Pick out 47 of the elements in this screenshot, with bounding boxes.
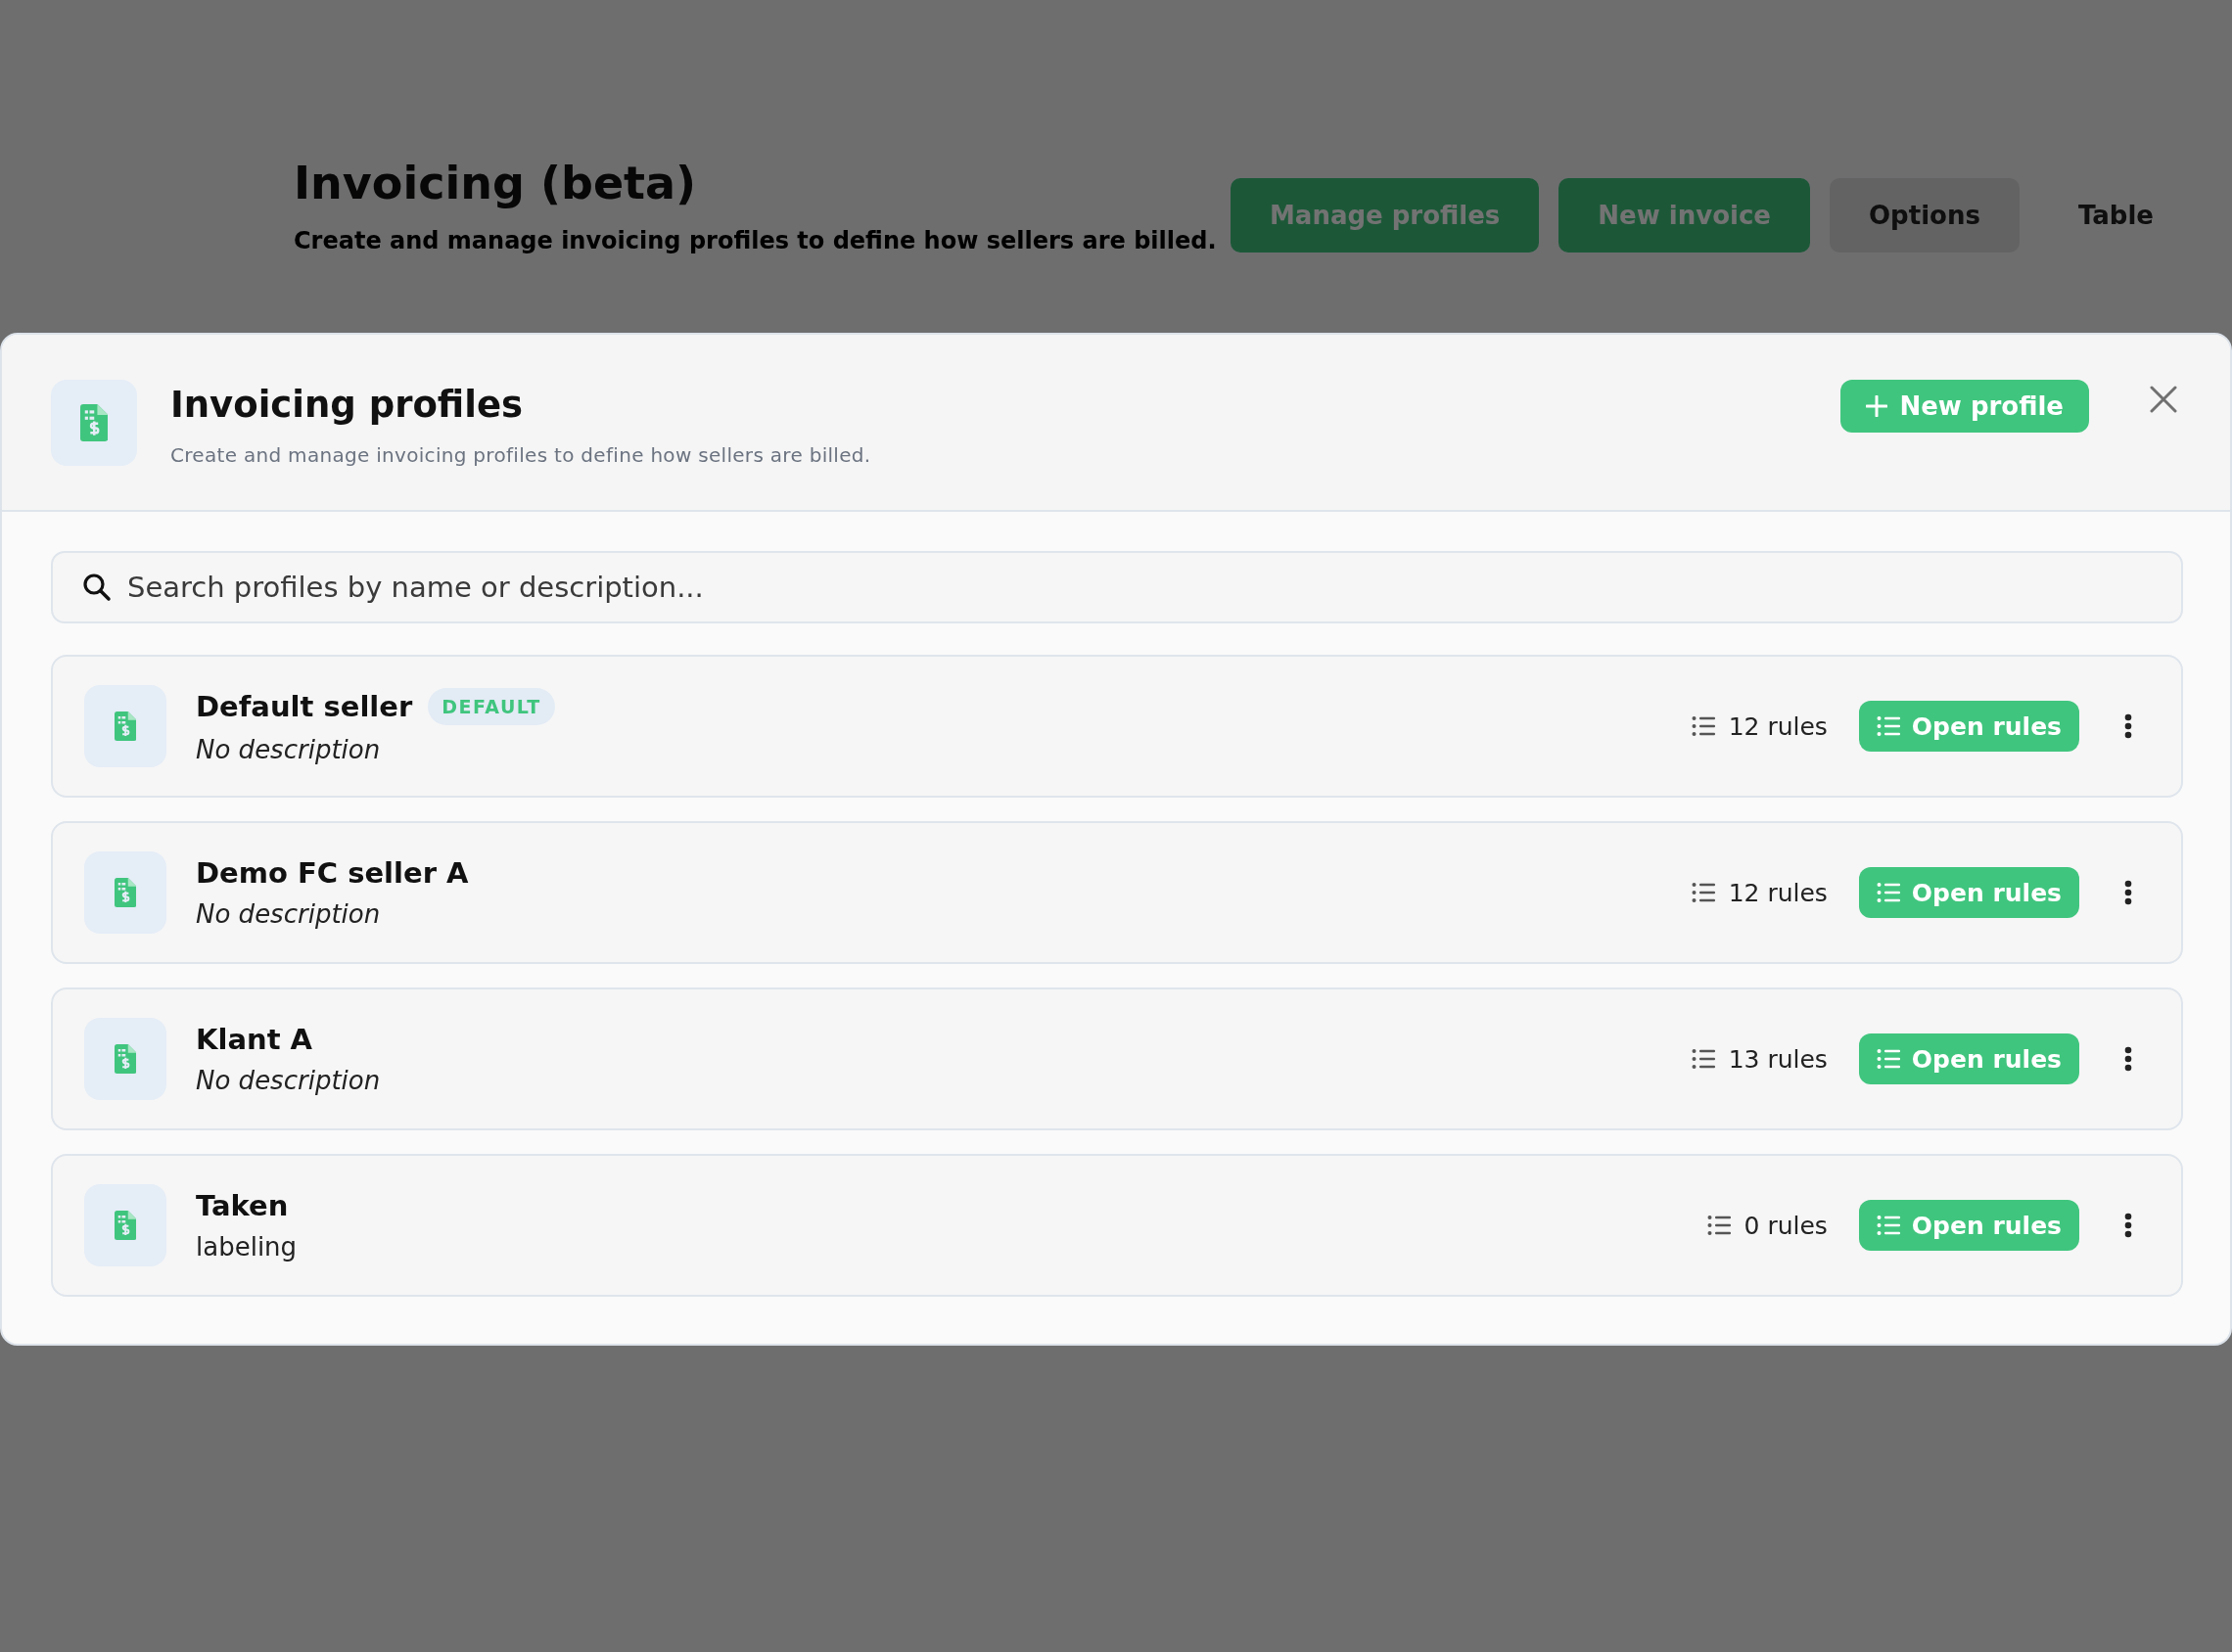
list-icon bbox=[1691, 715, 1715, 737]
invoice-icon bbox=[79, 404, 109, 441]
dialog-subtitle: Create and manage invoicing profiles to define how sellers are billed. bbox=[170, 443, 872, 467]
list-icon bbox=[1876, 882, 1900, 903]
plus-icon bbox=[1866, 395, 1888, 417]
profile-name: Taken bbox=[196, 1189, 289, 1222]
more-icon bbox=[2124, 1213, 2132, 1238]
profile-name: Klant A bbox=[196, 1023, 313, 1056]
page-subtitle: Create and manage invoicing profiles to define how sellers are billed. bbox=[294, 227, 1217, 254]
list-icon bbox=[1876, 715, 1900, 737]
list-icon bbox=[1691, 882, 1715, 903]
profile-name: Demo FC seller A bbox=[196, 856, 469, 890]
invoice-icon bbox=[114, 1211, 137, 1240]
search-field[interactable]: Search profiles by name or description... bbox=[51, 551, 2183, 623]
toolbar-button[interactable]: Manage profiles bbox=[1231, 178, 1540, 252]
dialog-title: Invoicing profiles bbox=[170, 384, 525, 426]
list-icon bbox=[1876, 1048, 1900, 1070]
invoice-icon bbox=[114, 878, 137, 907]
search-input[interactable]: Search profiles by name or description... bbox=[125, 570, 2152, 605]
toolbar-button[interactable]: New invoice bbox=[1558, 178, 1810, 252]
invoice-icon bbox=[114, 711, 137, 741]
page-title: Invoicing (beta) bbox=[294, 157, 698, 209]
list-icon bbox=[1876, 1215, 1900, 1236]
search-icon bbox=[82, 573, 112, 602]
list-icon bbox=[1691, 1048, 1715, 1070]
rule-count: 12 rules bbox=[1728, 878, 1828, 907]
rule-count: 13 rules bbox=[1728, 1044, 1828, 1074]
open-rules-button[interactable]: Open rules bbox=[1858, 701, 2079, 752]
more-icon bbox=[2124, 713, 2132, 739]
profile-description: No description bbox=[196, 1066, 382, 1095]
open-rules-button[interactable]: Open rules bbox=[1858, 867, 2079, 918]
open-rules-button[interactable]: Open rules bbox=[1858, 1033, 2079, 1084]
menu-button[interactable]: Options bbox=[1830, 178, 2020, 252]
more-icon bbox=[2124, 1046, 2132, 1072]
profile-description: No description bbox=[196, 899, 382, 929]
list-icon bbox=[1706, 1215, 1731, 1236]
profile-description: labeling bbox=[196, 1232, 299, 1262]
invoice-icon bbox=[114, 1044, 137, 1074]
default-badge: DEFAULT bbox=[428, 688, 555, 725]
toolbar-button[interactable]: Table bbox=[2038, 178, 2193, 252]
open-rules-button[interactable]: Open rules bbox=[1858, 1200, 2079, 1251]
rule-count: 0 rules bbox=[1744, 1211, 1828, 1240]
profile-name: Default seller bbox=[196, 690, 413, 723]
rule-count: 12 rules bbox=[1728, 711, 1828, 741]
new-profile-button[interactable]: New profile bbox=[1840, 380, 2089, 433]
profile-description: No description bbox=[196, 735, 382, 764]
more-icon bbox=[2124, 880, 2132, 905]
